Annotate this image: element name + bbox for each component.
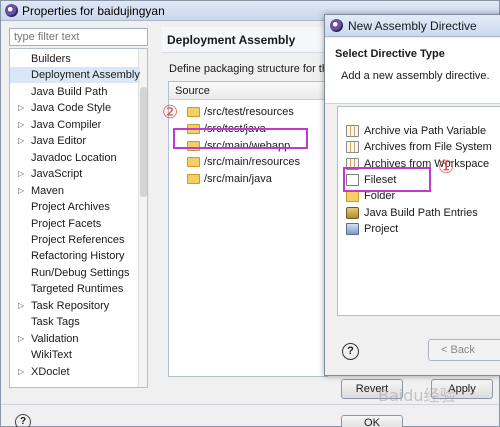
directive-type-list: Archive via Path Variable Archives from F… [337,106,500,316]
tree-item-label: Project References [31,233,125,246]
tree-item[interactable]: Deployment Assembly [10,67,140,84]
watermark: Baidu经验 [378,386,456,405]
dialog-titlebar: New Assembly Directive [325,15,500,37]
folder-icon [187,174,200,185]
section-description: Define packaging structure for th [169,63,328,75]
tree-item-label: Java Compiler [31,118,102,131]
tree-item-label: Maven [31,184,65,197]
folder-icon [187,107,200,117]
tree-item-label: Java Editor [31,135,87,148]
archive-icon [346,125,359,137]
directive-type-label: Project [364,222,399,235]
back-button: < Back [428,339,500,361]
dialog-title: New Assembly Directive [348,18,477,33]
dialog-header-title: Select Directive Type [335,48,445,60]
tree-item-label: Targeted Runtimes [31,283,124,296]
tree-item-label: Validation [31,332,79,345]
tree-item-label: Task Repository [31,299,110,312]
dialog-header-description: Add a new assembly directive. [341,70,490,82]
expand-arrow-icon[interactable]: ▷ [18,117,24,133]
tree-item-label: Builders [31,53,71,65]
tree-item-label: Project Facets [31,217,102,230]
folder-highlight-box [343,167,431,192]
help-icon[interactable]: ? [15,414,31,427]
tree-item-label: Javadoc Location [31,151,117,164]
source-path: /src/main/resources [204,156,300,169]
archive-icon [346,141,359,154]
marker-2: ② [162,102,179,123]
tree-item-label: WikiText [31,349,72,362]
tree-item-label: Java Code Style [31,102,112,115]
marker-1: ① [438,157,455,178]
tree-item-label: Project Archives [31,201,110,214]
new-assembly-directive-dialog: New Assembly Directive Select Directive … [324,14,500,376]
property-pages-tree: Builders Deployment Assembly Java Build Pa… [9,48,148,388]
properties-window-title: Properties for baidujingyan [22,3,165,18]
tree-scrollbar[interactable] [138,49,147,387]
source-column-header[interactable]: Source [169,82,327,100]
webapp-highlight-box [173,128,308,149]
source-path: /src/test/resources [204,106,294,118]
expand-arrow-icon[interactable]: ▷ [18,133,24,149]
source-path: /src/main/java [204,173,272,186]
directive-type-label: Archive via Path Variable [364,125,487,137]
tree-item-label: JavaScript [31,168,83,181]
eclipse-app-icon [330,19,343,32]
directive-type-label: Archives from File System [364,141,492,154]
jar-icon [346,206,359,219]
expand-arrow-icon[interactable]: ▷ [18,331,24,347]
filter-input[interactable] [9,28,148,46]
tree-scrollbar-thumb[interactable] [140,87,147,197]
tree-item-label: Deployment Assembly [31,69,140,82]
tree-item-label: Run/Debug Settings [31,266,130,279]
folder-icon [187,157,200,168]
expand-arrow-icon[interactable]: ▷ [18,183,24,199]
tree-item-label: Java Build Path [31,85,108,98]
expand-arrow-icon[interactable]: ▷ [18,100,24,116]
expand-arrow-icon[interactable]: ▷ [18,298,24,314]
expand-arrow-icon[interactable]: ▷ [18,166,24,182]
section-title: Deployment Assembly [167,33,296,47]
deployment-source-table: Source /src/test/resources/src/test/java… [168,81,328,377]
eclipse-app-icon [5,4,18,17]
dialog-help-icon[interactable]: ? [342,343,359,360]
ok-button[interactable]: OK [341,415,403,427]
tree-item-label: Task Tags [31,316,80,329]
tree-item-label: Refactoring History [31,250,125,263]
project-icon [346,222,359,235]
expand-arrow-icon[interactable]: ▷ [18,364,24,380]
directive-type-label: Java Build Path Entries [364,206,478,219]
tree-item-label: XDoclet [31,365,70,378]
